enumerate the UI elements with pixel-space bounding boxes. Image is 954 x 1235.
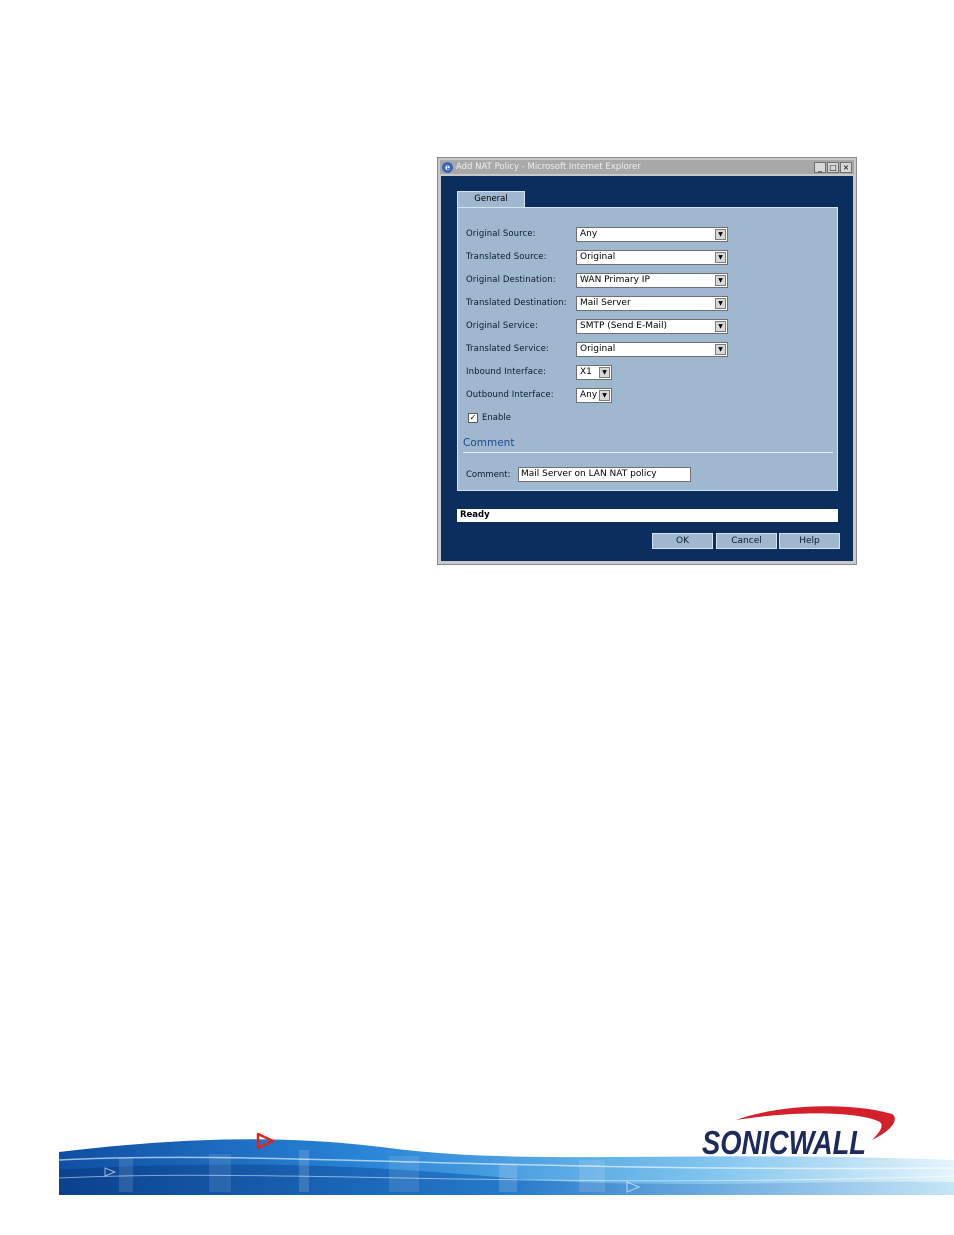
general-panel: Original Source: Any ▼ Translated Source… — [457, 207, 838, 491]
select-value: SMTP (Send E-Mail) — [580, 321, 668, 331]
select-value: Mail Server — [580, 298, 631, 308]
field-original-source: Original Source: Any ▼ — [466, 226, 728, 242]
field-inbound-interface: Inbound Interface: X1 ▼ — [466, 364, 612, 380]
original-destination-select[interactable]: WAN Primary IP ▼ — [576, 272, 728, 288]
ie-icon: e — [442, 161, 453, 173]
select-value: X1 — [580, 367, 592, 377]
sonicwall-logo: SONICWALL — [702, 1106, 895, 1158]
field-translated-service: Translated Service: Original ▼ — [466, 341, 728, 357]
select-value: Any — [580, 390, 598, 400]
field-original-destination: Original Destination: WAN Primary IP ▼ — [466, 272, 728, 288]
field-label: Translated Service: — [466, 344, 549, 354]
tab-general[interactable]: General — [457, 191, 525, 207]
title-bar[interactable]: e Add NAT Policy - Microsoft Internet Ex… — [440, 160, 854, 174]
close-button[interactable]: × — [840, 161, 852, 173]
window-title: Add NAT Policy - Microsoft Internet Expl… — [456, 162, 641, 172]
field-label: Outbound Interface: — [466, 390, 554, 400]
field-translated-source: Translated Source: Original ▼ — [466, 249, 728, 265]
comment-label: Comment: — [466, 469, 511, 480]
dropdown-arrow-icon[interactable]: ▼ — [715, 320, 726, 332]
dropdown-arrow-icon[interactable]: ▼ — [599, 366, 610, 378]
original-source-select[interactable]: Any ▼ — [576, 226, 728, 242]
dropdown-arrow-icon[interactable]: ▼ — [715, 274, 726, 286]
translated-destination-select[interactable]: Mail Server ▼ — [576, 295, 728, 311]
field-label: Translated Destination: — [466, 298, 567, 308]
dropdown-arrow-icon[interactable]: ▼ — [715, 251, 726, 263]
field-outbound-interface: Outbound Interface: Any ▼ — [466, 387, 612, 403]
select-value: Original — [580, 344, 616, 354]
field-label: Translated Source: — [466, 252, 547, 262]
window-controls: _ □ × — [814, 161, 852, 173]
enable-label: Enable — [482, 413, 511, 423]
dropdown-arrow-icon[interactable]: ▼ — [715, 343, 726, 355]
field-label: Inbound Interface: — [466, 367, 547, 377]
section-divider — [463, 452, 833, 453]
dropdown-arrow-icon[interactable]: ▼ — [715, 297, 726, 309]
outbound-interface-select[interactable]: Any ▼ — [576, 387, 612, 403]
add-nat-policy-window: e Add NAT Policy - Microsoft Internet Ex… — [437, 157, 857, 565]
field-label: Original Source: — [466, 229, 536, 239]
inbound-interface-select[interactable]: X1 ▼ — [576, 364, 612, 380]
maximize-button[interactable]: □ — [827, 161, 839, 173]
field-original-service: Original Service: SMTP (Send E-Mail) ▼ — [466, 318, 728, 334]
help-button[interactable]: Help — [779, 533, 840, 549]
select-value: WAN Primary IP — [580, 275, 650, 285]
enable-row: ✓ Enable — [468, 413, 511, 423]
brand-name: SONICWALL — [702, 1124, 866, 1158]
minimize-button[interactable]: _ — [814, 161, 826, 173]
field-translated-destination: Translated Destination: Mail Server ▼ — [466, 295, 728, 311]
field-label: Original Service: — [466, 321, 538, 331]
select-value: Original — [580, 252, 616, 262]
original-service-select[interactable]: SMTP (Send E-Mail) ▼ — [576, 318, 728, 334]
comment-row: Comment: Mail Server on LAN NAT policy — [466, 467, 691, 482]
status-bar: Ready — [457, 509, 838, 522]
dropdown-arrow-icon[interactable]: ▼ — [715, 228, 726, 240]
dialog-client: General Original Source: Any ▼ Translate… — [441, 176, 853, 561]
comment-section-title: Comment — [463, 437, 515, 449]
translated-source-select[interactable]: Original ▼ — [576, 249, 728, 265]
translated-service-select[interactable]: Original ▼ — [576, 341, 728, 357]
select-value: Any — [580, 229, 598, 239]
field-label: Original Destination: — [466, 275, 556, 285]
ok-button[interactable]: OK — [652, 533, 713, 549]
enable-checkbox[interactable]: ✓ — [468, 413, 478, 423]
comment-input[interactable]: Mail Server on LAN NAT policy — [518, 467, 691, 482]
cancel-button[interactable]: Cancel — [716, 533, 777, 549]
dropdown-arrow-icon[interactable]: ▼ — [599, 389, 610, 401]
